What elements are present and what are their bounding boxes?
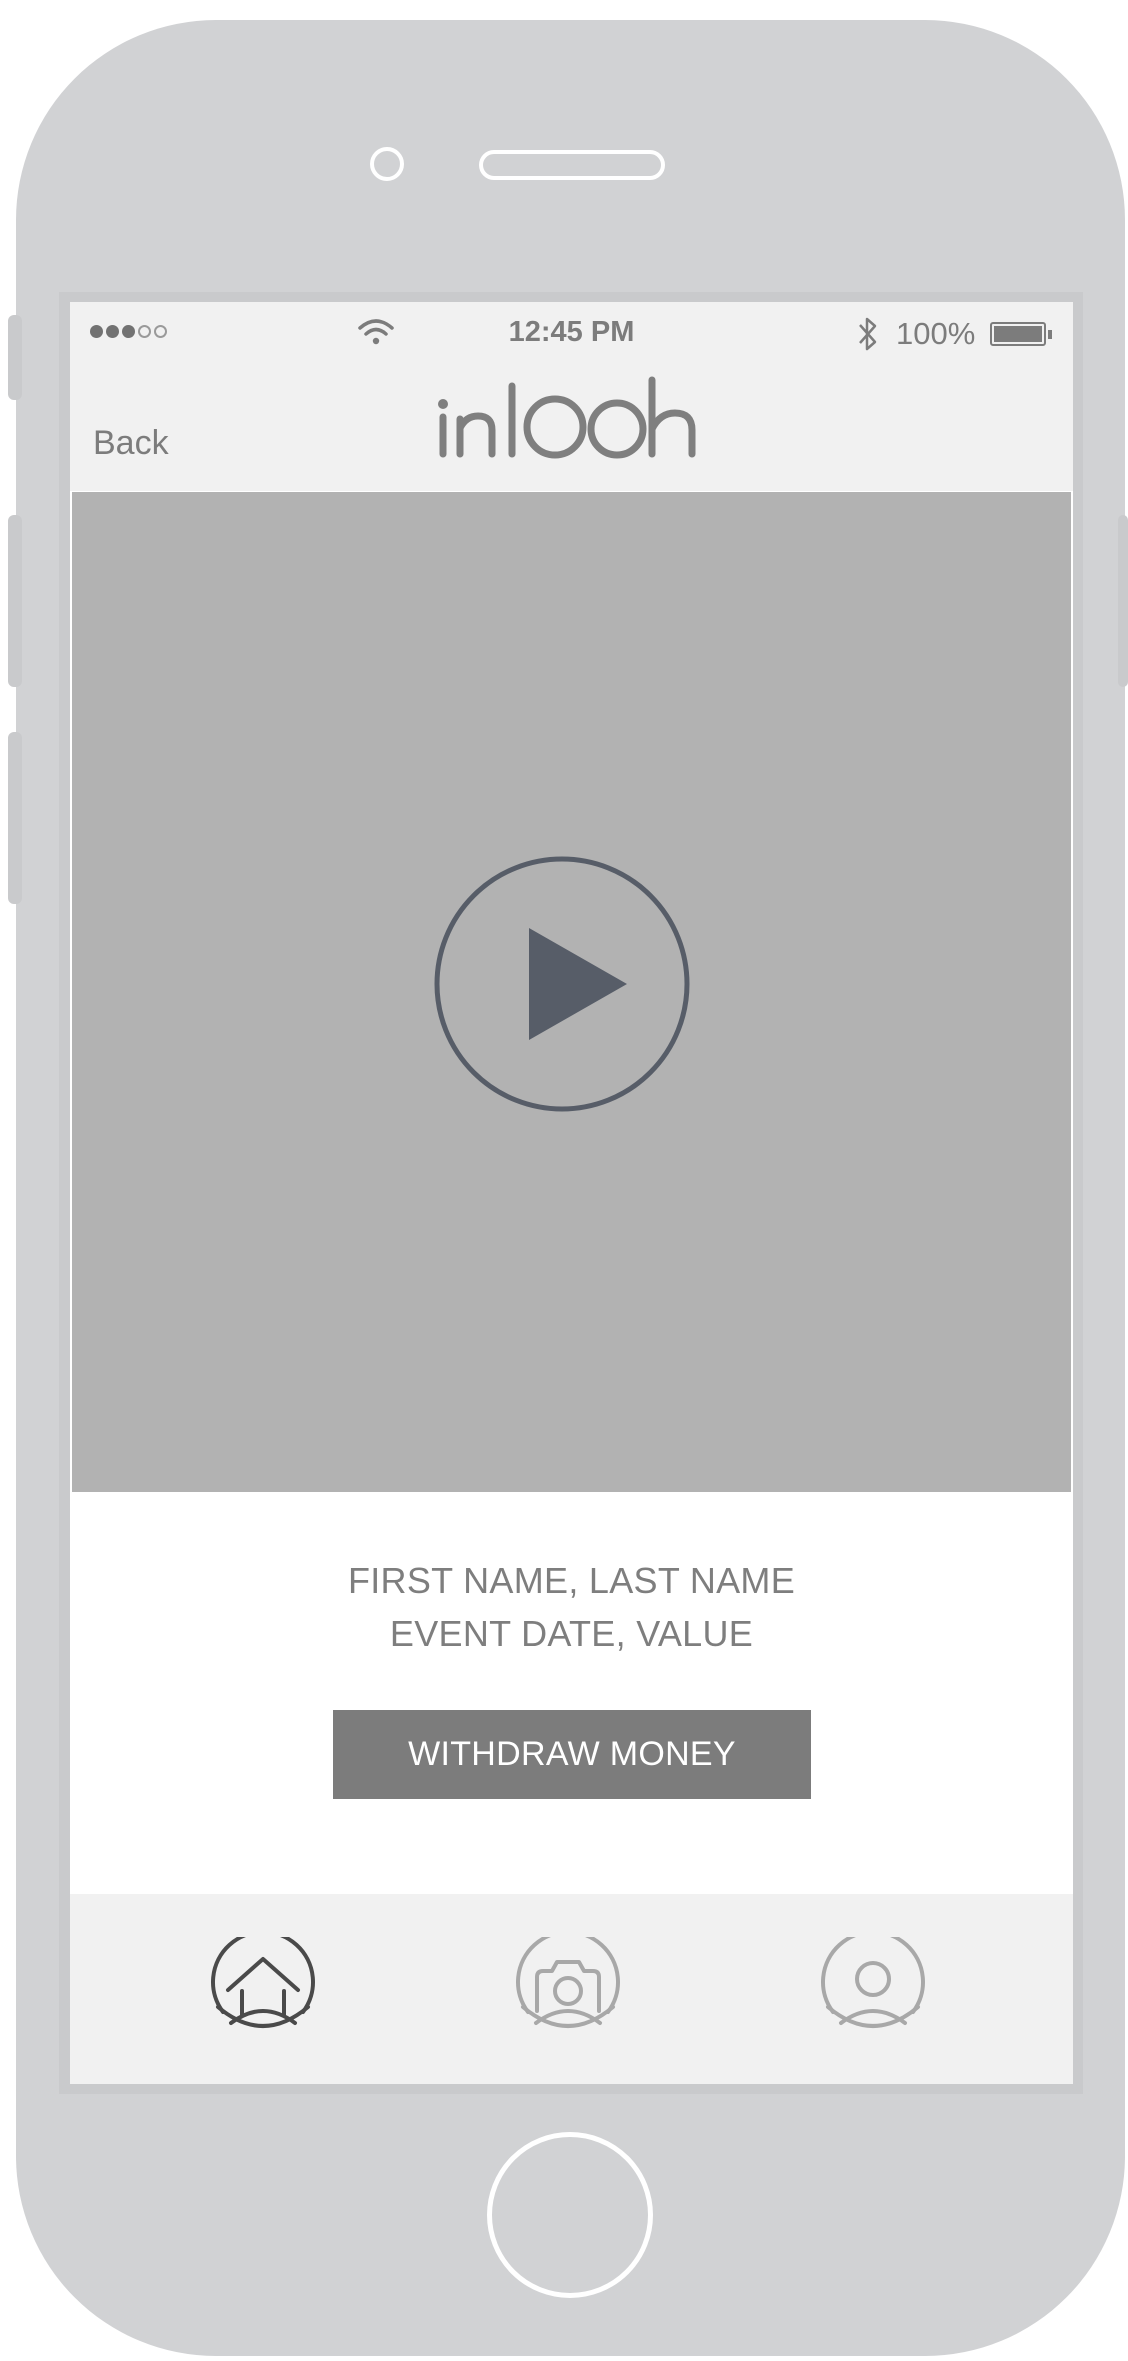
mute-switch <box>8 315 22 400</box>
event-info-panel: FIRST NAME, LAST NAME EVENT DATE, VALUE … <box>70 1492 1073 1894</box>
withdraw-money-button[interactable]: WITHDRAW MONEY <box>333 1710 811 1799</box>
profile-icon[interactable] <box>820 1937 926 2043</box>
inlooh-logo <box>438 376 696 459</box>
play-icon[interactable] <box>434 856 690 1112</box>
front-camera <box>370 147 404 181</box>
battery-nub <box>1048 330 1052 339</box>
status-bar: 12:45 PM 100% <box>70 302 1073 368</box>
power-button <box>1118 515 1128 687</box>
home-eye-icon[interactable] <box>210 1937 316 2043</box>
app-header: 12:45 PM 100% Back <box>70 302 1073 491</box>
tab-bar <box>70 1894 1073 2084</box>
name-text: FIRST NAME, LAST NAME <box>347 1560 796 1601</box>
battery-icon <box>990 322 1046 346</box>
volume-up-button <box>8 515 22 687</box>
back-button[interactable]: Back <box>93 424 169 463</box>
event-text: EVENT DATE, VALUE <box>389 1613 754 1654</box>
volume-down-button <box>8 732 22 904</box>
video-player[interactable] <box>72 492 1071 1492</box>
earpiece-speaker <box>479 150 665 180</box>
camera-icon[interactable] <box>515 1937 621 2043</box>
battery-percentage: 100% <box>896 316 976 351</box>
bluetooth-icon <box>859 317 877 351</box>
app-screen: 12:45 PM 100% Back FIRST NAME, LAST NAME… <box>70 302 1073 2084</box>
home-button[interactable] <box>487 2132 653 2298</box>
